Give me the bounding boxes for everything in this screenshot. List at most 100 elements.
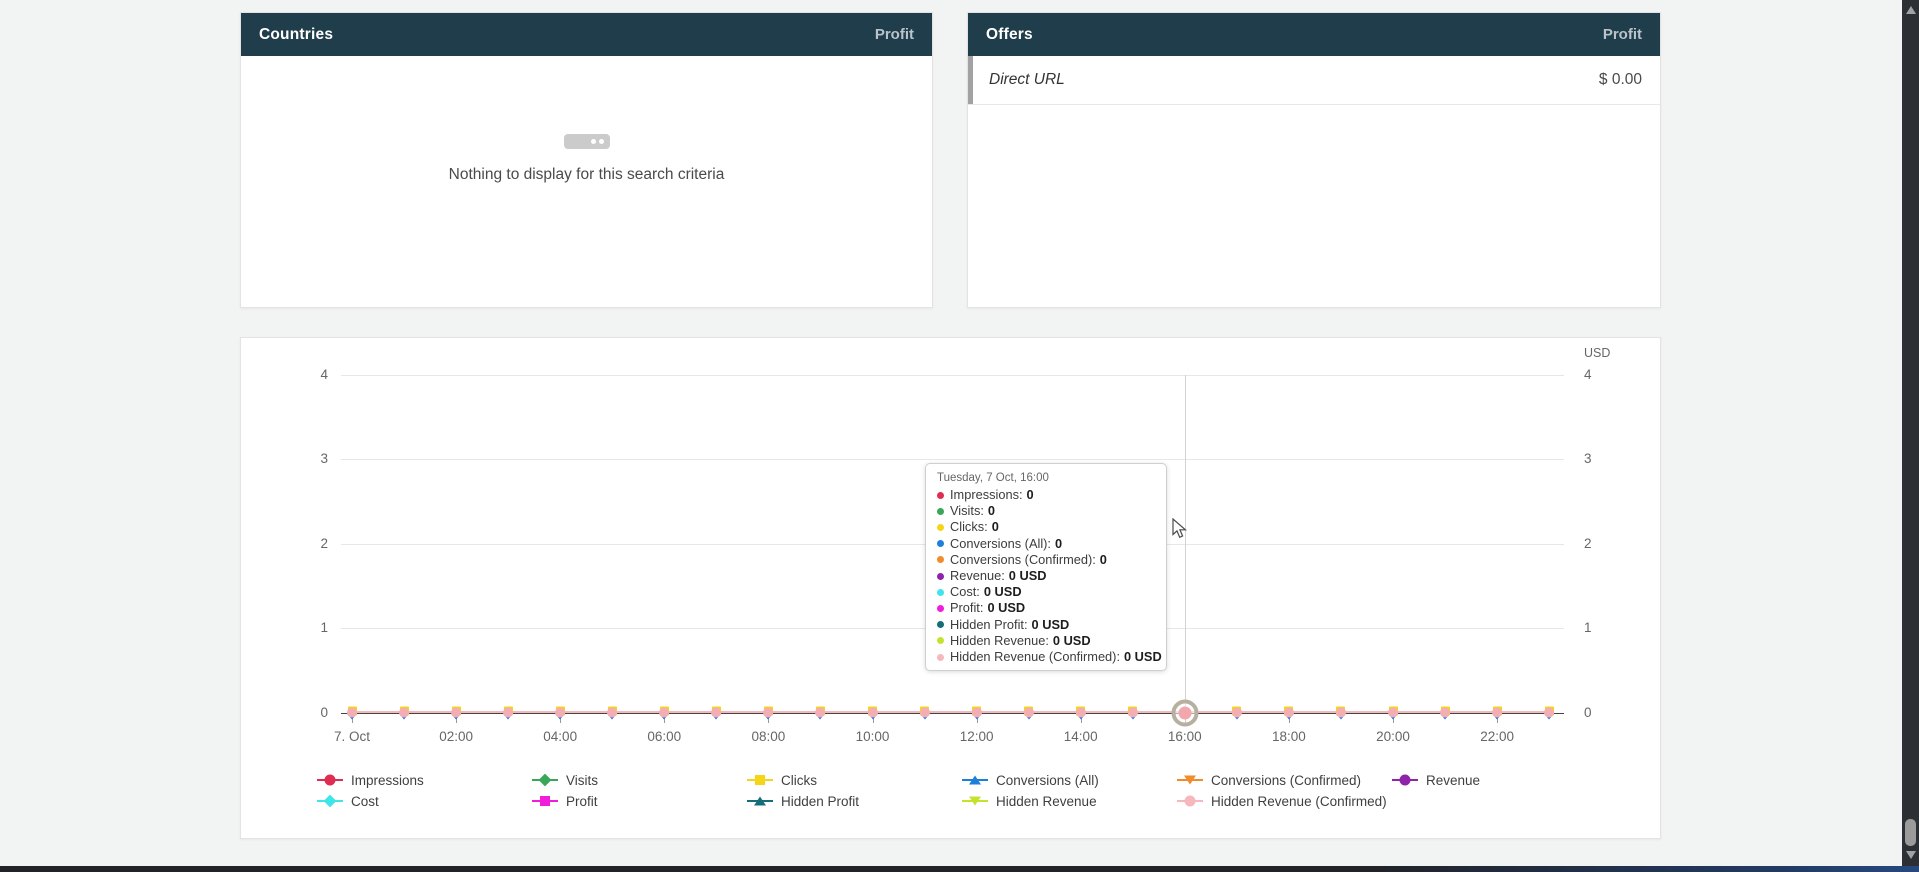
hidden-revenue-marker-bit [1544,708,1554,718]
legend-item-impressions[interactable]: Impressions [317,772,424,788]
legend-marker [747,773,773,787]
y-axis-label-right: 0 [1584,705,1624,720]
x-axis-label: 06:00 [647,729,681,744]
legend-marker [317,773,343,787]
tooltip-metric-value: 0 [992,519,999,535]
vertical-scrollbar[interactable] [1902,0,1919,866]
data-point-marker [1075,706,1087,719]
y-axis-label-right: 1 [1584,620,1624,635]
legend-label: Impressions [351,773,424,788]
countries-panel: Countries Profit Nothing to display for … [240,12,933,308]
scrollbar-thumb[interactable] [1905,819,1916,846]
tooltip-metric-value: 0 USD [1032,617,1070,633]
legend-item-profit[interactable]: Profit [532,793,598,809]
hidden-revenue-marker-bit [972,708,982,718]
hidden-revenue-marker-bit [1076,708,1086,718]
square-icon [755,775,765,785]
legend-item-cost[interactable]: Cost [317,793,379,809]
tooltip-metric-label: Conversions (All): [950,536,1051,552]
x-axis-label: 10:00 [856,729,890,744]
data-point-marker [1127,706,1139,719]
hidden-revenue-marker-bit [1024,708,1034,718]
data-point-marker [398,706,410,719]
legend-item-conversions-all[interactable]: Conversions (All) [962,772,1099,788]
tooltip-metric-value: 0 USD [987,600,1025,616]
legend-label: Hidden Revenue [996,794,1097,809]
data-point-marker [1491,706,1503,719]
y-axis-label-right: 4 [1584,367,1624,382]
tooltip-row: Revenue:0 USD [937,568,1155,584]
tooltip-metric-value: 0 [1027,487,1034,503]
legend-item-hidden-profit[interactable]: Hidden Profit [747,793,859,809]
x-axis-label: 12:00 [960,729,994,744]
offers-panel-header: Offers Profit [968,13,1660,56]
countries-metric-header: Profit [875,26,914,43]
legend-label: Revenue [1426,773,1480,788]
x-axis-label: 16:00 [1168,729,1202,744]
series-bullet-icon [937,524,944,531]
tooltip-row: Hidden Revenue (Confirmed):0 USD [937,649,1155,665]
data-point-marker [450,706,462,719]
empty-state-message: Nothing to display for this search crite… [241,166,932,184]
tooltip-row: Hidden Profit:0 USD [937,617,1155,633]
x-axis-label: 18:00 [1272,729,1306,744]
empty-data-icon [564,131,610,149]
triangle-up-icon [754,797,766,806]
y-axis-label-left: 2 [288,536,328,551]
offers-left-scrollbar[interactable] [968,56,973,104]
series-bullet-icon [937,589,944,596]
x-axis-label: 14:00 [1064,729,1098,744]
data-point-marker [502,706,514,719]
legend-marker [1392,773,1418,787]
hidden-revenue-marker-bit [555,708,565,718]
data-point-marker [658,706,670,719]
legend-item-visits[interactable]: Visits [532,772,598,788]
legend-marker [962,794,988,808]
legend-item-hidden-revenue-confirmed[interactable]: Hidden Revenue (Confirmed) [1177,793,1387,809]
data-point-marker [867,706,879,719]
data-point-marker [1283,706,1295,719]
data-point-marker [919,706,931,719]
scroll-up-icon[interactable] [1906,6,1916,14]
circle-icon [1400,775,1411,786]
hidden-revenue-marker-bit [1128,708,1138,718]
bottom-status-bar [0,866,1919,872]
tooltip-row: Profit:0 USD [937,600,1155,616]
x-axis-label: 22:00 [1480,729,1514,744]
series-bullet-icon [937,573,944,580]
tooltip-row: Cost:0 USD [937,584,1155,600]
hidden-revenue-marker-bit [815,708,825,718]
hovered-point-marker[interactable] [1178,706,1191,719]
data-point-marker [346,706,358,719]
scroll-down-icon[interactable] [1906,851,1916,859]
hidden-revenue-marker-bit [1492,708,1502,718]
legend-item-conversions-confirmed[interactable]: Conversions (Confirmed) [1177,772,1361,788]
legend-item-clicks[interactable]: Clicks [747,772,817,788]
legend-label: Hidden Profit [781,794,859,809]
legend-label: Conversions (All) [996,773,1099,788]
hidden-revenue-marker-bit [1440,708,1450,718]
hidden-revenue-marker-bit [503,708,513,718]
x-axis-label: 20:00 [1376,729,1410,744]
tooltip-metric-label: Hidden Revenue: [950,633,1049,649]
legend-label: Hidden Revenue (Confirmed) [1211,794,1387,809]
data-point-marker [606,706,618,719]
hidden-revenue-marker-bit [1284,708,1294,718]
x-axis-label: 08:00 [751,729,785,744]
offer-row[interactable]: Direct URL$ 0.00 [968,56,1660,105]
hidden-revenue-marker-bit [1388,708,1398,718]
tooltip-row: Visits:0 [937,503,1155,519]
tooltip-metric-value: 0 [1055,536,1062,552]
tooltip-metric-label: Cost: [950,584,980,600]
legend-item-hidden-revenue[interactable]: Hidden Revenue [962,793,1097,809]
x-axis-label: 02:00 [439,729,473,744]
y-axis-label-left: 4 [288,367,328,382]
triangle-up-icon [969,776,981,785]
data-point-marker [1387,706,1399,719]
legend-item-revenue[interactable]: Revenue [1392,772,1480,788]
data-point-marker [971,706,983,719]
diamond-icon [324,795,337,808]
data-point-marker [554,706,566,719]
hidden-revenue-marker-bit [607,708,617,718]
circle-icon [1185,796,1196,807]
